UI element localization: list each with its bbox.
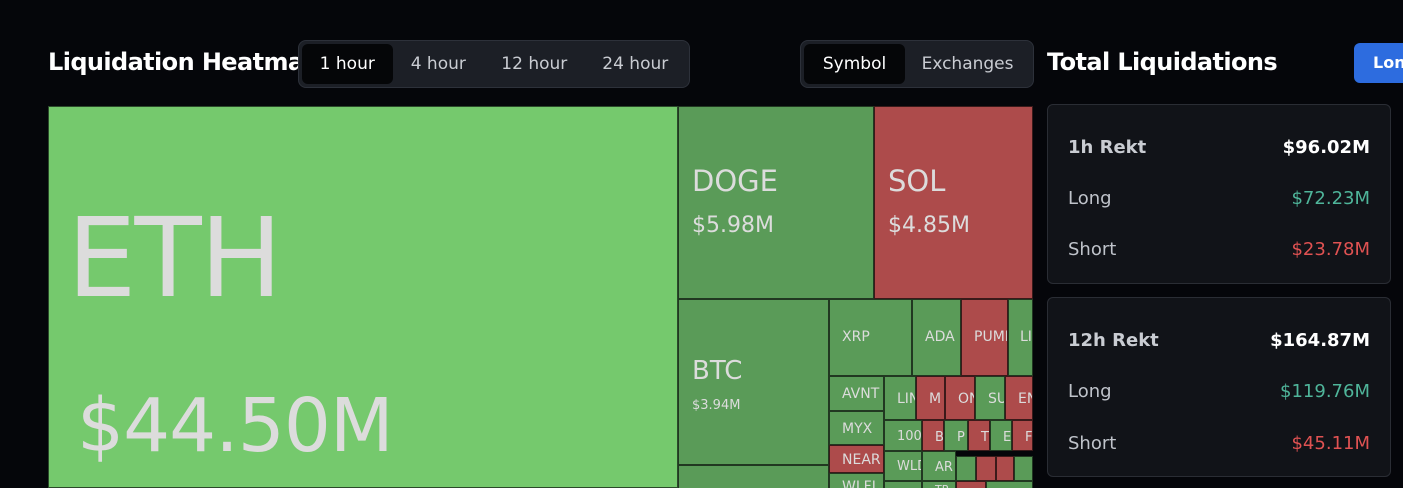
tile-value: $3.94M xyxy=(692,398,741,413)
tile-symbol: MYX xyxy=(842,421,873,437)
heatmap-tile-ar[interactable]: AR xyxy=(922,451,956,481)
tile-symbol: EN xyxy=(1018,391,1032,407)
card-long-label: Long xyxy=(1068,187,1112,209)
card-long-value: $119.76M xyxy=(1280,380,1370,402)
tile-symbol: B xyxy=(935,430,944,445)
heatmap-tile-eth[interactable]: ETH $44.50M xyxy=(48,106,678,488)
heatmap-tile-su[interactable]: SU xyxy=(975,376,1005,420)
tile-value: $44.50M xyxy=(77,383,394,469)
tile-symbol: ETH xyxy=(67,194,282,322)
card-short-label: Short xyxy=(1068,432,1117,454)
card-total-value: $96.02M xyxy=(1282,136,1370,158)
liquidation-heatmap: ETH $44.50M DOGE $5.98M SOL $4.85M BTC $… xyxy=(48,106,1033,488)
view-selector: Symbol Exchanges xyxy=(800,40,1034,88)
heatmap-tile-sol[interactable]: SOL $4.85M xyxy=(874,106,1033,299)
timeframe-4h[interactable]: 4 hour xyxy=(393,44,485,84)
heatmap-tile-b[interactable]: B xyxy=(922,420,944,451)
heatmap-tile-e[interactable]: E xyxy=(990,420,1012,451)
card-period-label: 12h Rekt xyxy=(1068,329,1159,351)
tile-symbol: NEAR xyxy=(842,452,881,468)
tile-symbol: ADA xyxy=(925,329,955,345)
heatmap-tile-btc[interactable]: BTC $3.94M xyxy=(678,299,829,465)
heatmap-tile-li[interactable]: LI xyxy=(1008,299,1033,376)
tile-symbol: PUMP xyxy=(974,329,1007,345)
long-toggle-button[interactable]: Lon xyxy=(1354,43,1403,83)
heatmap-tile-tr[interactable]: TR xyxy=(922,481,956,488)
heatmap-tile-near[interactable]: NEAR xyxy=(829,445,884,473)
tile-value: $5.98M xyxy=(692,213,774,238)
card-short-value: $23.78M xyxy=(1291,238,1370,260)
heatmap-tile-wld[interactable]: WLD xyxy=(884,451,922,481)
heatmap-tile-xrp[interactable]: XRP xyxy=(829,299,912,376)
tile-symbol: AVNT xyxy=(842,386,880,402)
tile-symbol: XRP xyxy=(842,329,870,345)
heatmap-tile-small-4[interactable] xyxy=(1014,456,1033,481)
tile-symbol: AR xyxy=(935,460,953,475)
tile-symbol: LI xyxy=(1020,329,1032,345)
heatmap-tile-ada[interactable]: ADA xyxy=(912,299,961,376)
total-liquidations-title: Total Liquidations xyxy=(1047,48,1278,76)
view-exchanges[interactable]: Exchanges xyxy=(905,44,1030,84)
tile-value: $4.85M xyxy=(888,213,970,238)
tile-symbol: SOL xyxy=(888,164,946,198)
tile-symbol: 100 xyxy=(897,429,922,444)
tile-symbol: P xyxy=(957,430,965,445)
timeframe-selector: 1 hour 4 hour 12 hour 24 hour xyxy=(298,40,690,88)
heatmap-tile-t[interactable]: T xyxy=(968,420,990,451)
rekt-card-12h: 12h Rekt $164.87M Long $119.76M Short $4… xyxy=(1047,297,1391,477)
heatmap-tile-p[interactable]: P xyxy=(944,420,968,451)
heatmap-tile-pump[interactable]: PUMP xyxy=(961,299,1008,376)
card-short-value: $45.11M xyxy=(1291,432,1370,454)
rekt-card-1h: 1h Rekt $96.02M Long $72.23M Short $23.7… xyxy=(1047,104,1391,284)
card-total-value: $164.87M xyxy=(1270,329,1370,351)
heatmap-tile-m[interactable]: M xyxy=(916,376,945,420)
card-short-label: Short xyxy=(1068,238,1117,260)
heatmap-tile-en[interactable]: EN xyxy=(1005,376,1033,420)
tile-symbol: T xyxy=(981,430,989,445)
tile-symbol: SU xyxy=(988,391,1004,407)
timeframe-24h[interactable]: 24 hour xyxy=(585,44,686,84)
heatmap-tile-avnt[interactable]: AVNT xyxy=(829,376,884,411)
tile-symbol: BTC xyxy=(692,356,743,386)
heatmap-tile-on[interactable]: ON xyxy=(945,376,975,420)
heatmap-tile-100[interactable]: 100 xyxy=(884,420,922,451)
tile-symbol: E xyxy=(1003,430,1012,445)
heatmap-tile-small-7[interactable] xyxy=(986,481,1033,488)
tile-symbol: F xyxy=(1025,430,1033,445)
heatmap-tile-wlfi[interactable]: WLFI xyxy=(829,473,884,488)
heatmap-tile-myx[interactable]: MYX xyxy=(829,411,884,445)
timeframe-1h[interactable]: 1 hour xyxy=(302,44,393,84)
tile-symbol: WLD xyxy=(897,459,921,474)
card-long-value: $72.23M xyxy=(1291,187,1370,209)
card-period-label: 1h Rekt xyxy=(1068,136,1147,158)
heatmap-tile-doge[interactable]: DOGE $5.98M xyxy=(678,106,874,299)
tile-symbol: WLFI xyxy=(842,479,876,488)
tile-symbol: ON xyxy=(958,391,974,407)
heatmap-tile-lin[interactable]: LIN xyxy=(884,376,916,420)
tile-symbol: DOGE xyxy=(692,164,778,198)
card-long-label: Long xyxy=(1068,380,1112,402)
page-title: Liquidation Heatmap xyxy=(48,48,321,76)
heatmap-tile-small-2[interactable] xyxy=(976,456,996,481)
tile-symbol: M xyxy=(929,391,942,407)
heatmap-tile-f[interactable]: F xyxy=(1012,420,1033,451)
heatmap-tile-small-6[interactable] xyxy=(956,481,986,488)
heatmap-tile-small-5[interactable] xyxy=(884,481,922,488)
tile-symbol: LIN xyxy=(897,391,915,407)
tile-symbol: TR xyxy=(935,484,949,488)
heatmap-tile-unlabeled[interactable] xyxy=(678,465,829,488)
heatmap-tile-small-3[interactable] xyxy=(996,456,1014,481)
heatmap-tile-small-1[interactable] xyxy=(956,456,976,481)
view-symbol[interactable]: Symbol xyxy=(804,44,906,84)
timeframe-12h[interactable]: 12 hour xyxy=(484,44,584,84)
